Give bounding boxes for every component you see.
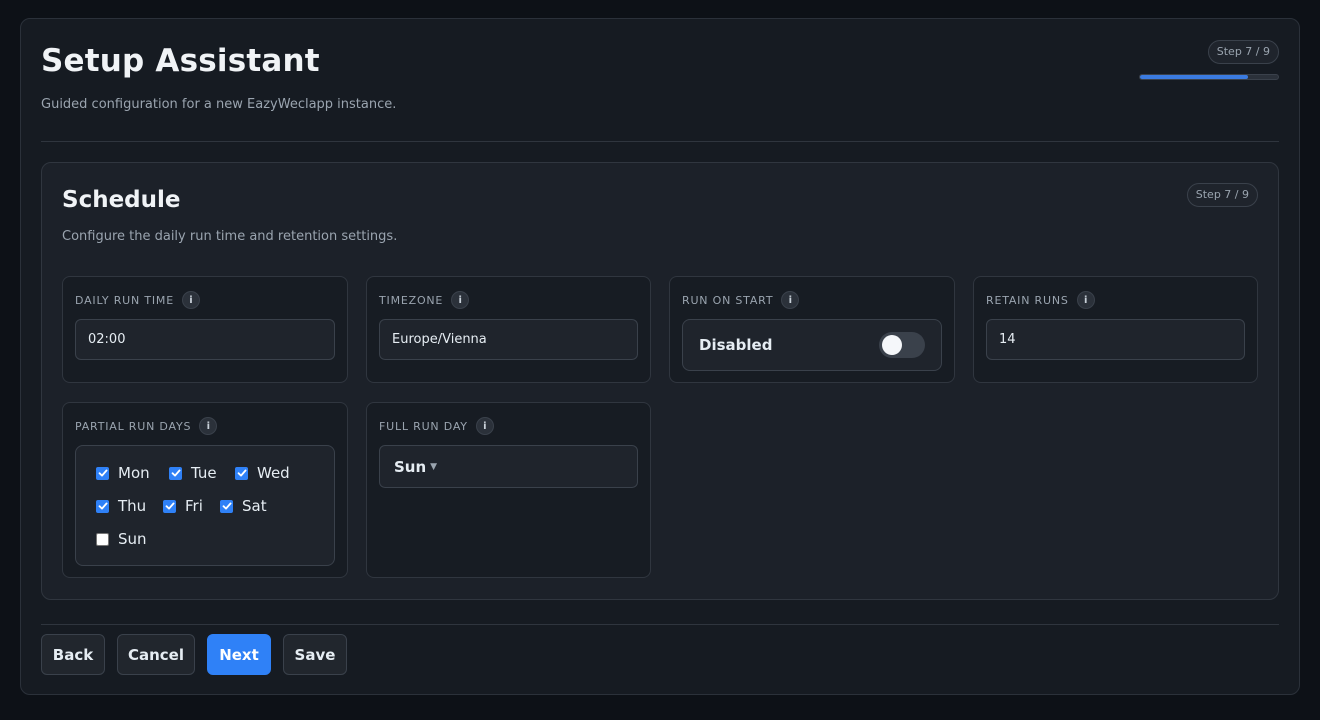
day-checkbox-tue[interactable]: Tue: [169, 464, 217, 482]
run-on-start-label-row: RUN ON START i: [682, 291, 800, 309]
info-icon[interactable]: i: [199, 417, 218, 435]
checkbox-icon[interactable]: [96, 532, 109, 546]
checkbox-icon[interactable]: [163, 499, 176, 513]
schedule-section: Schedule Configure the daily run time an…: [41, 162, 1279, 600]
info-icon[interactable]: i: [1076, 291, 1095, 309]
retain-runs-label-row: RETAIN RUNS i: [986, 291, 1095, 309]
timezone-input[interactable]: Europe/Vienna: [379, 319, 638, 360]
day-label: Sun: [118, 530, 147, 548]
retain-runs-label: RETAIN RUNS: [986, 293, 1069, 307]
retain-runs-input[interactable]: 14: [986, 319, 1245, 360]
info-icon[interactable]: i: [181, 291, 200, 309]
retain-runs-card: RETAIN RUNS i 14: [973, 276, 1258, 383]
page-title: Setup Assistant: [41, 43, 320, 79]
daily-run-time-label-row: DAILY RUN TIME i: [75, 291, 200, 309]
checkbox-icon[interactable]: [220, 499, 233, 513]
full-run-day-label: FULL RUN DAY: [379, 419, 468, 433]
back-button[interactable]: Back: [41, 634, 105, 675]
checkbox-icon[interactable]: [96, 466, 109, 480]
day-label: Tue: [191, 464, 217, 482]
day-checkbox-wed[interactable]: Wed: [235, 464, 290, 482]
day-checkbox-thu[interactable]: Thu: [96, 497, 146, 515]
day-label: Fri: [185, 497, 203, 515]
timezone-label: TIMEZONE: [379, 293, 444, 307]
daily-run-time-label: DAILY RUN TIME: [75, 293, 174, 307]
run-on-start-toggle-row[interactable]: Disabled: [682, 319, 942, 371]
header-divider: [41, 141, 1279, 142]
partial-run-days-label-row: PARTIAL RUN DAYS i: [75, 417, 218, 435]
info-icon[interactable]: i: [781, 291, 800, 309]
daily-run-time-input[interactable]: 02:00: [75, 319, 335, 360]
day-checkbox-sat[interactable]: Sat: [220, 497, 267, 515]
checkbox-icon[interactable]: [169, 466, 182, 480]
day-label: Wed: [257, 464, 290, 482]
partial-run-days-card: PARTIAL RUN DAYS i Mon Tue Wed Thu Fri S…: [62, 402, 348, 578]
run-on-start-toggle[interactable]: [879, 332, 925, 358]
chevron-down-icon: ▼: [430, 461, 438, 472]
section-subtitle: Configure the daily run time and retenti…: [62, 229, 398, 244]
run-on-start-label: RUN ON START: [682, 293, 774, 307]
partial-run-days-group: Mon Tue Wed Thu Fri Sat Sun: [75, 445, 335, 566]
day-label: Sat: [242, 497, 267, 515]
section-step-indicator: Step 7 / 9: [1186, 183, 1258, 207]
day-checkbox-fri[interactable]: Fri: [163, 497, 203, 515]
setup-assistant-panel: Setup Assistant Guided configuration for…: [20, 18, 1300, 695]
partial-run-days-label: PARTIAL RUN DAYS: [75, 419, 192, 433]
page-subtitle: Guided configuration for a new EazyWecla…: [41, 97, 397, 112]
footer-divider: [41, 624, 1279, 625]
day-checkbox-sun[interactable]: Sun: [96, 530, 147, 548]
run-on-start-status: Disabled: [699, 336, 773, 354]
full-run-day-value: Sun: [394, 457, 427, 476]
next-button[interactable]: Next: [207, 634, 271, 675]
toggle-knob: [882, 335, 902, 355]
timezone-card: TIMEZONE i Europe/Vienna: [366, 276, 651, 383]
info-icon[interactable]: i: [451, 291, 470, 309]
day-label: Mon: [118, 464, 150, 482]
save-button[interactable]: Save: [283, 634, 347, 675]
run-on-start-card: RUN ON START i Disabled: [669, 276, 955, 383]
cancel-button[interactable]: Cancel: [117, 634, 195, 675]
info-icon[interactable]: i: [475, 417, 494, 435]
daily-run-time-card: DAILY RUN TIME i 02:00: [62, 276, 348, 383]
day-checkbox-mon[interactable]: Mon: [96, 464, 150, 482]
checkbox-icon[interactable]: [96, 499, 109, 513]
section-title: Schedule: [62, 187, 181, 213]
progress-bar: [1139, 74, 1279, 80]
timezone-label-row: TIMEZONE i: [379, 291, 470, 309]
step-indicator: Step 7 / 9: [1207, 40, 1279, 64]
day-label: Thu: [118, 497, 147, 515]
full-run-day-card: FULL RUN DAY i Sun ▼: [366, 402, 651, 578]
checkbox-icon[interactable]: [235, 466, 248, 480]
full-run-day-select[interactable]: Sun ▼: [379, 445, 638, 488]
progress-bar-fill: [1140, 75, 1248, 79]
full-run-day-label-row: FULL RUN DAY i: [379, 417, 494, 435]
